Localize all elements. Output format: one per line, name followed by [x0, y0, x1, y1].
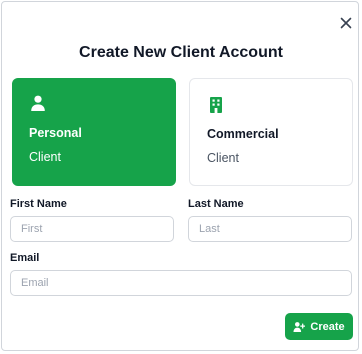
modal-title: Create New Client Account	[79, 44, 283, 61]
first-name-label: First Name	[10, 198, 67, 210]
first-name-input[interactable]	[10, 216, 174, 242]
email-input[interactable]	[10, 270, 352, 296]
create-button-label: Create	[310, 320, 345, 333]
client-type-sub: Client	[29, 150, 61, 164]
close-icon[interactable]	[338, 15, 354, 31]
client-type-sub: Client	[207, 151, 239, 165]
last-name-label: Last Name	[188, 198, 244, 210]
client-type-personal-card[interactable]: Personal Client	[12, 78, 176, 186]
user-plus-icon	[293, 321, 306, 333]
client-type-commercial-card[interactable]: Commercial Client	[189, 78, 353, 186]
create-button[interactable]: Create	[285, 313, 353, 340]
user-icon	[29, 94, 47, 112]
building-icon	[207, 96, 225, 114]
last-name-input[interactable]	[188, 216, 352, 242]
client-type-name: Commercial	[207, 127, 279, 141]
client-type-name: Personal	[29, 126, 82, 140]
email-label: Email	[10, 252, 40, 264]
create-client-modal: Create New Client Account Personal Clien…	[1, 1, 359, 351]
